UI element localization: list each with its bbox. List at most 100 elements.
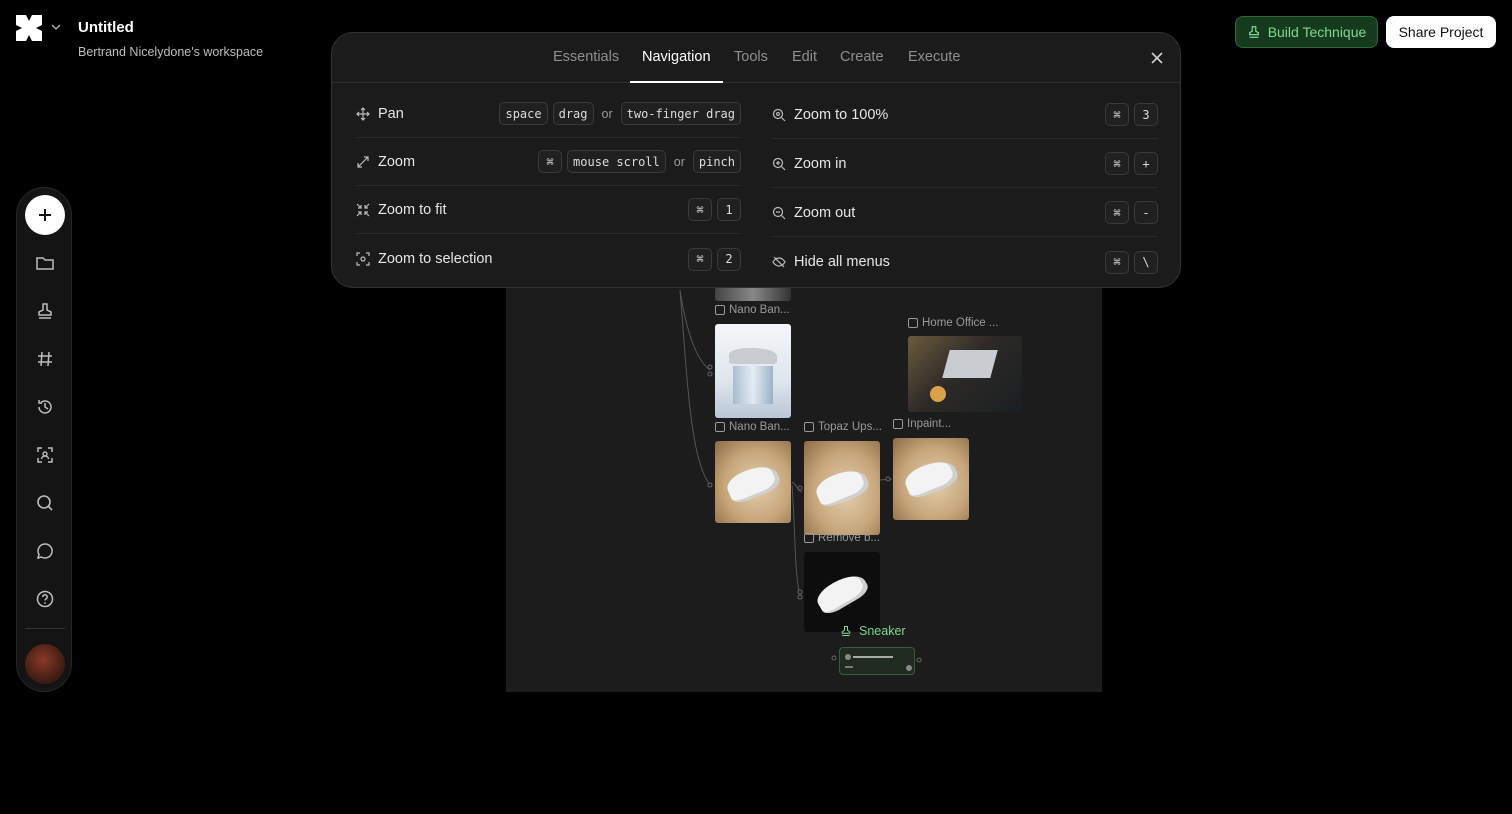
node-thumbnail[interactable] — [715, 324, 791, 418]
folder-icon — [36, 257, 54, 270]
tab-edit[interactable]: Edit — [792, 49, 817, 65]
stamp-icon — [1248, 26, 1259, 38]
key: drag — [552, 102, 594, 125]
node-thumbnail[interactable] — [715, 441, 791, 523]
node-label-text: Nano Ban... — [729, 421, 790, 433]
brand-logo-icon[interactable] — [16, 15, 42, 41]
eye-off-icon — [772, 256, 786, 268]
node-thumbnail[interactable] — [715, 287, 791, 301]
image-icon — [908, 318, 918, 328]
stamp-icon — [38, 303, 52, 319]
image-icon — [715, 422, 725, 432]
tab-create[interactable]: Create — [840, 49, 884, 65]
key: two-finger drag — [620, 102, 741, 125]
shortcut-label: Hide all menus — [794, 254, 890, 270]
shortcut-label: Zoom to 100% — [794, 106, 889, 123]
image-icon — [715, 305, 725, 315]
grid-button[interactable] — [25, 339, 65, 379]
node-thumbnail[interactable] — [908, 336, 1022, 412]
or-text: or — [673, 154, 685, 169]
shortcut-label: Zoom to selection — [378, 251, 493, 267]
comments-button[interactable] — [25, 531, 65, 571]
project-title[interactable]: Untitled — [78, 19, 134, 36]
node-label[interactable]: Home Office ... — [908, 317, 998, 329]
chat-icon — [36, 543, 53, 560]
node-thumbnail[interactable] — [893, 438, 969, 520]
shortcut-row-pan: Pan space drag or two-finger drag — [356, 90, 741, 138]
help-button[interactable] — [25, 579, 65, 619]
scan-icon — [37, 447, 53, 463]
key: ⌘ — [1105, 152, 1129, 175]
tab-essentials[interactable]: Essentials — [553, 49, 619, 65]
key: ⌘ — [1105, 250, 1129, 274]
shortcut-row-zoom-to-fit: Zoom to fit ⌘ 1 — [356, 186, 741, 234]
technique-name: Sneaker — [859, 624, 906, 638]
node-label-text: Inpaint... — [907, 418, 952, 430]
technique-label[interactable]: Sneaker — [840, 624, 906, 638]
zoom-out-icon — [772, 206, 786, 219]
node-thumbnail[interactable] — [804, 441, 880, 535]
shortcut-label: Zoom — [378, 153, 416, 170]
node-label-text: Topaz Ups... — [818, 421, 882, 433]
shortcut-row-zoom: Zoom ⌘ mouse scroll or pinch — [356, 138, 741, 186]
key: pinch — [692, 150, 741, 173]
share-project-button[interactable]: Share Project — [1386, 16, 1496, 48]
zoom-in-icon — [772, 157, 786, 170]
node-thumbnail[interactable] — [804, 552, 880, 632]
key: ⌘ — [688, 198, 712, 221]
stamp-icon — [841, 625, 851, 637]
canvas-board[interactable]: Nano Ban... Home Office ... Nano Ban... … — [506, 270, 1102, 692]
tab-navigation[interactable]: Navigation — [642, 49, 711, 65]
key: ⌘ — [538, 150, 563, 173]
expand-icon — [357, 155, 369, 168]
hash-icon — [38, 351, 52, 367]
shortcut-tabs: Essentials Navigation Tools Edit Create … — [332, 33, 1180, 83]
search-button[interactable] — [25, 483, 65, 523]
technique-node[interactable] — [839, 647, 915, 675]
chevron-down-icon[interactable] — [49, 20, 63, 34]
node-label[interactable]: Nano Ban... — [715, 304, 790, 316]
node-label-text: Home Office ... — [922, 317, 999, 329]
tab-tools[interactable]: Tools — [734, 49, 768, 65]
node-label[interactable]: Inpaint... — [893, 418, 951, 430]
build-technique-label: Build Technique — [1267, 24, 1367, 40]
key: 3 — [1134, 103, 1158, 126]
key: ⌘ — [1105, 103, 1129, 126]
shortcuts-dialog: Essentials Navigation Tools Edit Create … — [331, 32, 1181, 288]
node-label-text: Remove b... — [818, 532, 880, 544]
shortcut-label: Zoom to fit — [378, 201, 447, 218]
key: space — [499, 102, 548, 125]
tab-execute[interactable]: Execute — [908, 49, 960, 65]
key: \ — [1134, 250, 1158, 274]
plus-icon — [39, 209, 51, 221]
node-label[interactable]: Remove b... — [804, 532, 880, 544]
techniques-button[interactable] — [25, 291, 65, 331]
key: ⌘ — [688, 247, 712, 271]
zoom-icon — [772, 108, 786, 121]
key: mouse scroll — [567, 150, 666, 173]
move-icon — [356, 106, 370, 121]
node-label[interactable]: Nano Ban... — [715, 421, 790, 433]
history-button[interactable] — [25, 387, 65, 427]
help-icon — [36, 590, 54, 608]
key: - — [1134, 201, 1158, 224]
build-technique-button[interactable]: Build Technique — [1235, 16, 1378, 48]
image-icon — [804, 422, 814, 432]
active-tab-indicator — [630, 81, 723, 83]
toolbar-divider — [25, 628, 65, 629]
shrink-icon — [356, 203, 370, 216]
shortcut-label: Zoom in — [794, 155, 847, 172]
workspace-name: Bertrand Nicelydone's workspace — [78, 45, 264, 59]
shortcut-row-zoom-out: Zoom out ⌘ - — [772, 189, 1158, 237]
shortcut-label: Pan — [378, 105, 404, 122]
avatar[interactable] — [25, 644, 65, 684]
key: + — [1134, 152, 1158, 175]
node-label[interactable]: Topaz Ups... — [804, 421, 882, 433]
files-button[interactable] — [25, 243, 65, 283]
close-icon[interactable] — [1148, 49, 1166, 67]
scan-button[interactable] — [25, 435, 65, 475]
search-icon — [37, 495, 53, 511]
shortcut-row-zoom-100: Zoom to 100% ⌘ 3 — [772, 91, 1158, 139]
node-label-text: Nano Ban... — [729, 304, 790, 316]
add-button[interactable] — [25, 195, 65, 235]
